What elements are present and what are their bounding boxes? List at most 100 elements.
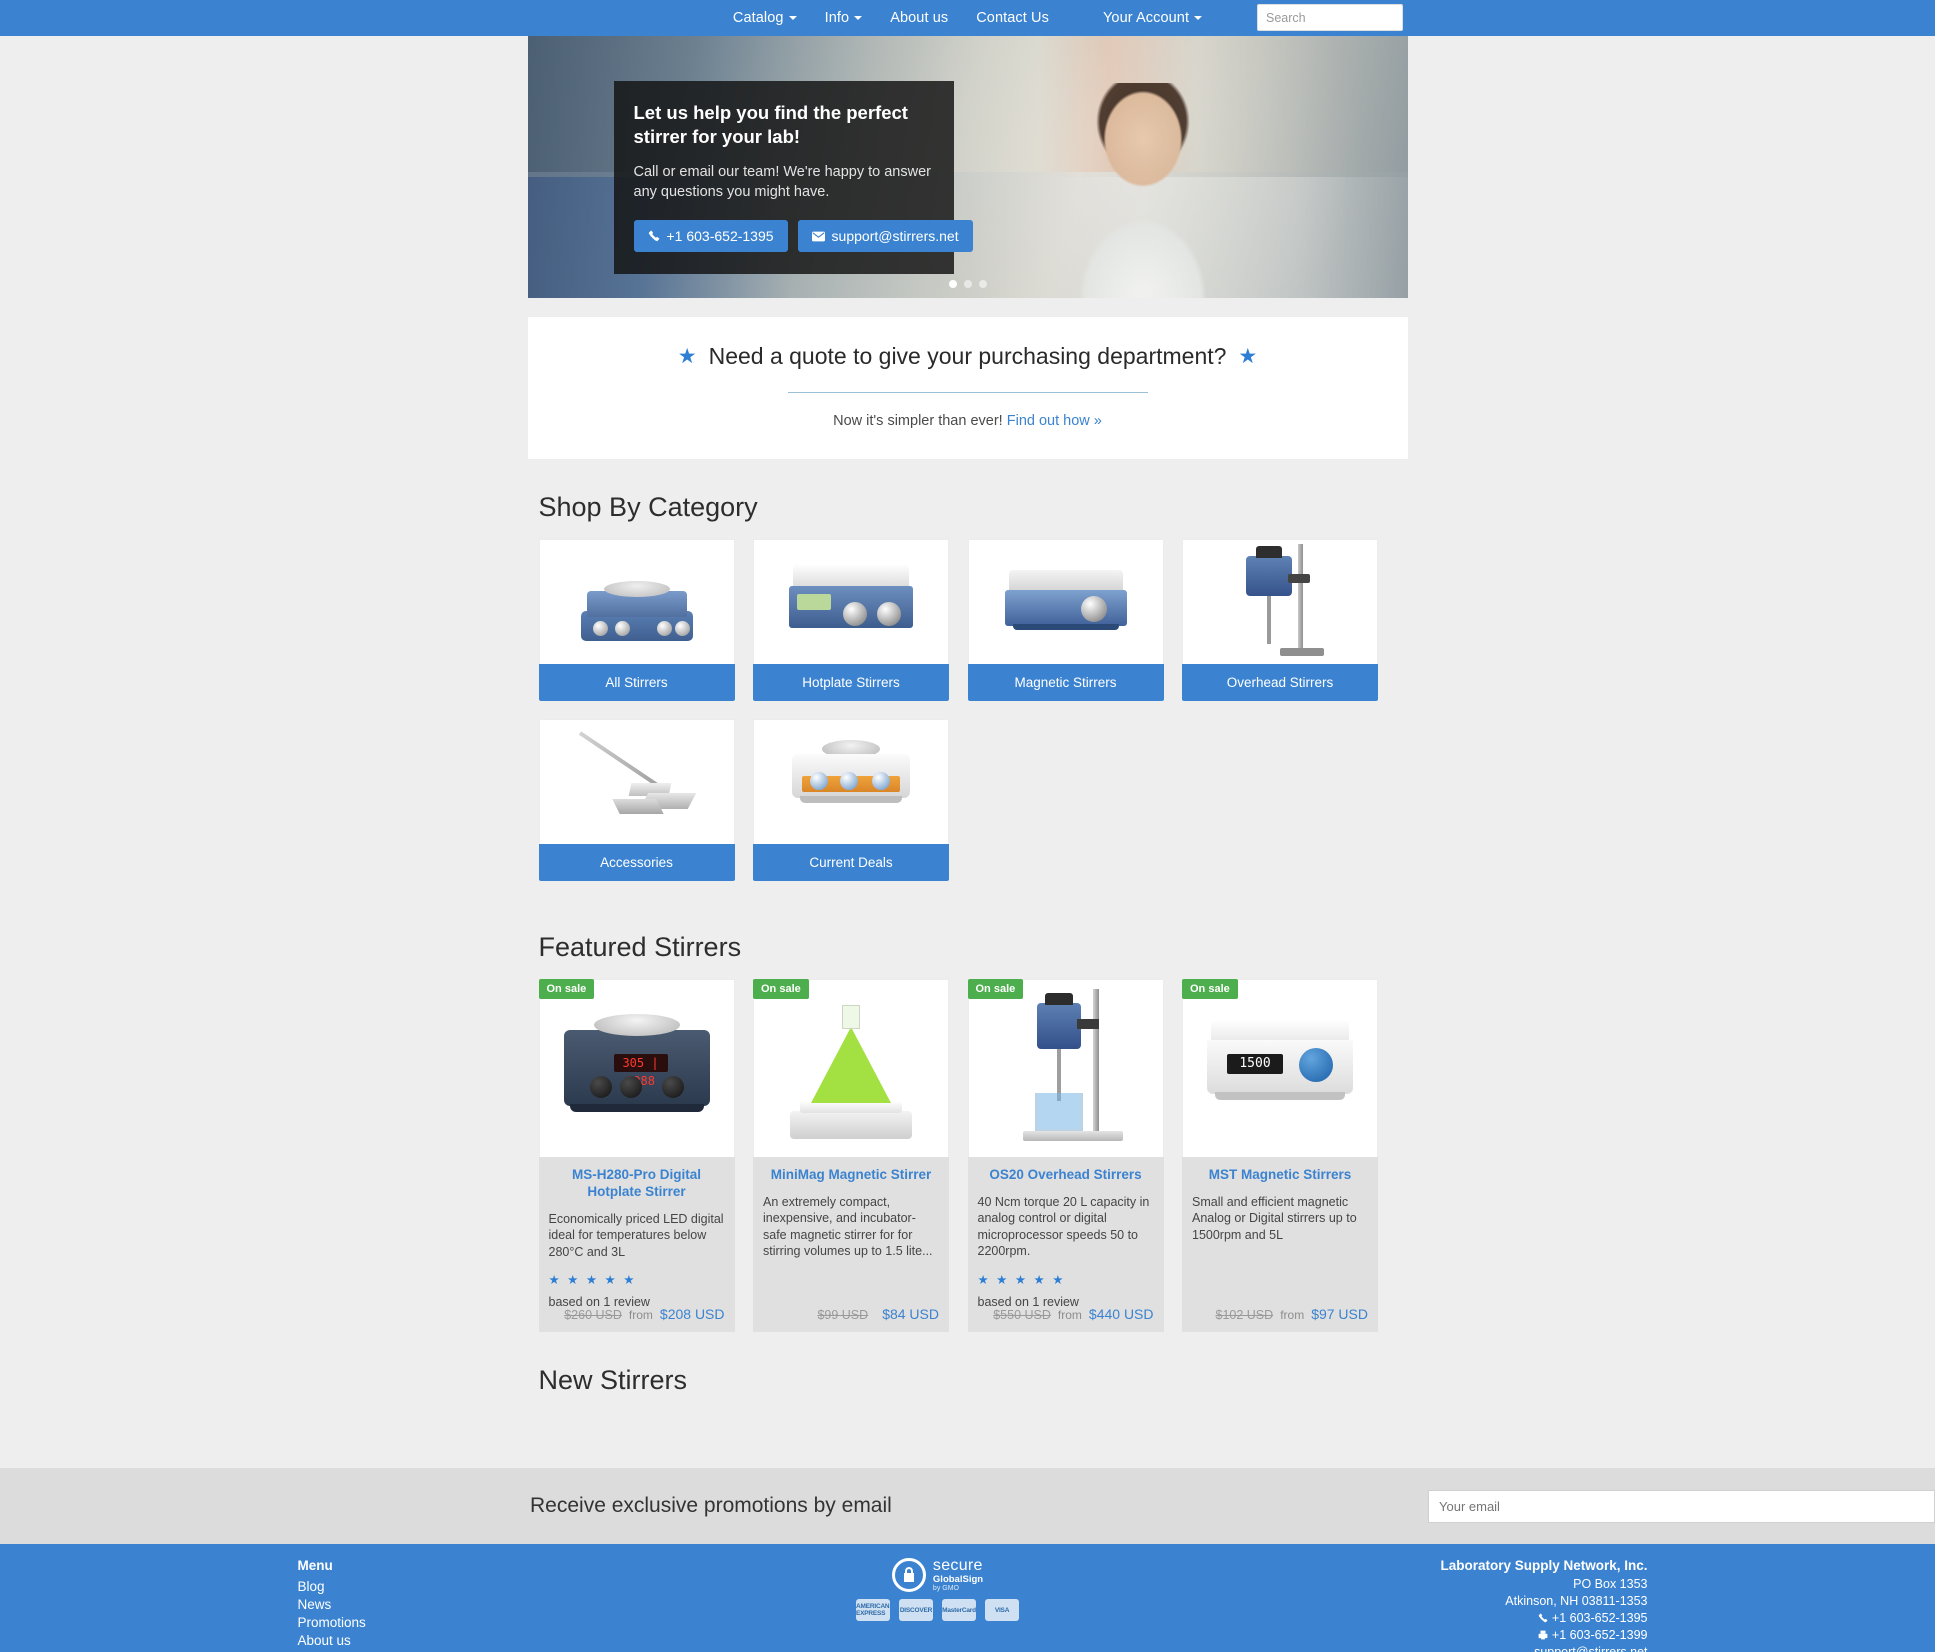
hero-callout-card: Let us help you find the perfect stirrer… xyxy=(613,81,973,275)
nav-item-info[interactable]: Info xyxy=(811,10,877,26)
category-button-magnetic-stirrers[interactable]: Magnetic Stirrers xyxy=(967,664,1164,701)
overhead-stirrer-icon xyxy=(1232,544,1328,660)
nav-label-your-account: Your Account xyxy=(1102,10,1190,26)
category-cell: Accessories xyxy=(538,719,754,881)
category-grid: All Stirrers Hotplate Stirrers Magnetic … xyxy=(528,539,1408,899)
category-image-current-deals xyxy=(753,719,949,844)
footer-city-state: Atkinson, NH 03811-1353 xyxy=(1505,1593,1648,1608)
hero-phone-label: +1 603-652-1395 xyxy=(666,228,774,245)
product-card-mst: On sale 1500 MST Magnetic Stirrers Small… xyxy=(1182,979,1378,1332)
hotplate-stirrer-icon xyxy=(577,563,697,641)
divider xyxy=(787,392,1148,393)
nav-label-info: Info xyxy=(824,10,850,26)
quote-title-row: ★ Need a quote to give your purchasing d… xyxy=(528,343,1408,370)
hero-buttons: +1 603-652-1395 support@stirrers.net xyxy=(633,220,973,253)
search-input[interactable] xyxy=(1257,4,1403,31)
footer-link-blog[interactable]: Blog xyxy=(298,1578,558,1596)
product-title-link[interactable]: MST Magnetic Stirrers xyxy=(1192,1167,1368,1184)
nav-item-catalog[interactable]: Catalog xyxy=(719,10,811,26)
price-from-label: from xyxy=(628,1308,653,1322)
product-image-os20[interactable] xyxy=(967,979,1164,1157)
price-original: $550 USD xyxy=(993,1308,1051,1322)
quote-title: Need a quote to give your purchasing dep… xyxy=(708,343,1227,369)
shop-by-category-heading: Shop By Category xyxy=(538,492,758,522)
product-description: An extremely compact, inexpensive, and i… xyxy=(763,1194,933,1259)
product-price: $550 USD from $440 USD xyxy=(993,1306,1153,1322)
product-description: 40 Ncm torque 20 L capacity in analog co… xyxy=(977,1194,1150,1259)
product-cell: On sale OS20 Overhead Stirrers 40 Ncm to… xyxy=(967,979,1183,1332)
footer-link-news[interactable]: News xyxy=(298,1596,558,1614)
product-display-reading: 305 | 1088 xyxy=(613,1053,668,1088)
product-cell: On sale MiniMag Magnetic Stirrer An extr… xyxy=(753,979,968,1332)
hero-email-button[interactable]: support@stirrers.net xyxy=(797,220,973,253)
footer-phone: +1 603-652-1395 xyxy=(1551,1610,1648,1625)
product-image-minimag[interactable] xyxy=(753,979,949,1157)
footer-badges-column: secure GlobalSign by GMO AMERICAN EXPRES… xyxy=(773,1557,1103,1652)
hero-subtitle: Call or email our team! We're happy to a… xyxy=(633,164,931,201)
footer-link-promotions[interactable]: Promotions xyxy=(298,1614,558,1632)
product-card-ms-h280-pro: On sale 305 | 1088 MS-H280-Pro Digital H… xyxy=(538,979,735,1332)
price-current: $440 USD xyxy=(1088,1306,1154,1322)
fax-icon xyxy=(1538,1628,1551,1642)
category-card-overhead-stirrers[interactable]: Overhead Stirrers xyxy=(1182,539,1378,701)
category-card-magnetic-stirrers[interactable]: Magnetic Stirrers xyxy=(967,539,1164,701)
product-card-os20: On sale OS20 Overhead Stirrers 40 Ncm to… xyxy=(967,979,1164,1332)
amex-card-icon: AMERICAN EXPRESS xyxy=(856,1599,890,1622)
category-card-accessories[interactable]: Accessories xyxy=(538,719,735,881)
category-card-current-deals[interactable]: Current Deals xyxy=(753,719,949,881)
category-button-all-stirrers[interactable]: All Stirrers xyxy=(538,664,735,701)
product-body: MST Magnetic Stirrers Small and efficien… xyxy=(1182,1157,1378,1332)
category-button-current-deals[interactable]: Current Deals xyxy=(753,844,949,881)
footer-menu-column: Menu Blog News Promotions About us Conta… xyxy=(298,1558,558,1652)
footer-link-about-us[interactable]: About us xyxy=(298,1632,558,1650)
product-body: MS-H280-Pro Digital Hotplate Stirrer Eco… xyxy=(538,1157,735,1332)
hero-dot-3[interactable] xyxy=(978,280,987,288)
category-cell: Overhead Stirrers xyxy=(1182,539,1397,701)
product-title-link[interactable]: MiniMag Magnetic Stirrer xyxy=(763,1167,939,1184)
category-card-hotplate-stirrers[interactable]: Hotplate Stirrers xyxy=(753,539,949,701)
footer-email-row: support@stirrers.net xyxy=(1318,1644,1647,1652)
product-image-ms-h280-pro[interactable]: 305 | 1088 xyxy=(538,979,735,1157)
price-current: $208 USD xyxy=(659,1306,725,1322)
hero-dot-1[interactable] xyxy=(948,280,957,288)
price-current: $97 USD xyxy=(1311,1306,1368,1322)
footer-fax-row: +1 603-652-1399 xyxy=(1318,1627,1648,1644)
product-body: MiniMag Magnetic Stirrer An extremely co… xyxy=(753,1157,949,1332)
overhead-stirrer-icon xyxy=(1001,988,1131,1149)
category-button-overhead-stirrers[interactable]: Overhead Stirrers xyxy=(1182,664,1378,701)
footer-email-link[interactable]: support@stirrers.net xyxy=(1534,1645,1647,1652)
price-from-label: from xyxy=(1280,1308,1305,1322)
page-body: Let us help you find the perfect stirrer… xyxy=(0,36,1935,1430)
nav-item-about-us[interactable]: About us xyxy=(876,10,962,26)
payment-card-icons: AMERICAN EXPRESS DISCOVER MasterCard VIS… xyxy=(856,1599,1019,1622)
footer-menu-title: Menu xyxy=(297,1558,333,1573)
product-title-link[interactable]: MS-H280-Pro Digital Hotplate Stirrer xyxy=(549,1167,725,1201)
category-card-all-stirrers[interactable]: All Stirrers xyxy=(538,539,735,701)
quote-subtext: Now it's simpler than ever! xyxy=(833,413,1003,429)
category-cell: Magnetic Stirrers xyxy=(967,539,1183,701)
footer-fax: +1 603-652-1399 xyxy=(1551,1627,1648,1642)
star-icon-right: ★ xyxy=(1238,345,1258,368)
nav-links: Catalog Info About us Contact Us Your Ac… xyxy=(719,10,1216,26)
secure-brand: GlobalSign xyxy=(932,1573,984,1585)
find-out-how-link[interactable]: Find out how » xyxy=(1007,413,1102,429)
footer-po-box: PO Box 1353 xyxy=(1573,1577,1648,1591)
category-button-hotplate-stirrers[interactable]: Hotplate Stirrers xyxy=(753,664,949,701)
product-title-link[interactable]: OS20 Overhead Stirrers xyxy=(978,1167,1154,1184)
lock-icon xyxy=(891,1558,926,1593)
product-cell: On sale 1500 MST Magnetic Stirrers Small… xyxy=(1182,979,1397,1332)
newsletter-email-input[interactable] xyxy=(1428,1489,1935,1523)
nav-item-contact-us[interactable]: Contact Us xyxy=(962,10,1063,26)
nav-item-your-account[interactable]: Your Account xyxy=(1089,10,1216,26)
star-rating-icon: ★ ★ ★ ★ ★ xyxy=(548,1273,637,1288)
hero-phone-button[interactable]: +1 603-652-1395 xyxy=(633,220,788,253)
hero-dot-2[interactable] xyxy=(963,280,972,288)
category-button-accessories[interactable]: Accessories xyxy=(538,844,735,881)
product-image-mst[interactable]: 1500 xyxy=(1182,979,1378,1157)
hero-scientist-image xyxy=(1027,83,1258,298)
hero-title: Let us help you find the perfect stirrer… xyxy=(633,102,908,147)
new-stirrers-heading: New Stirrers xyxy=(538,1365,688,1395)
category-cell: Current Deals xyxy=(753,719,968,881)
category-image-accessories xyxy=(538,719,735,844)
stirrer-blade-icon xyxy=(574,727,700,837)
